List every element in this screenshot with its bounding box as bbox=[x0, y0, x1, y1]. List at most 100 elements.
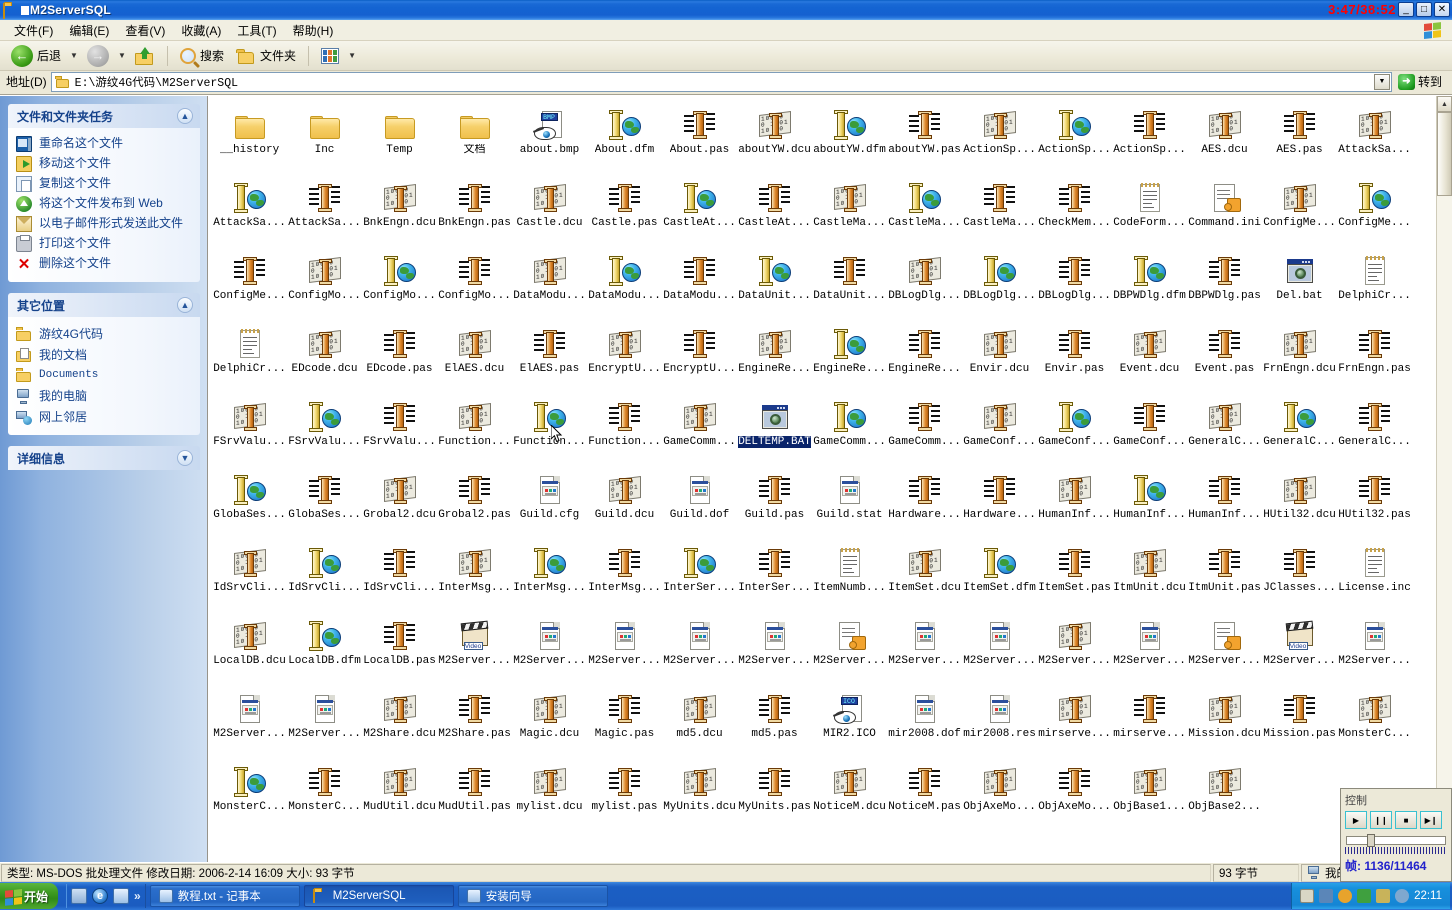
next-frame-button[interactable]: ▶❙ bbox=[1420, 811, 1442, 829]
back-button[interactable]: ← 后退 bbox=[6, 43, 66, 69]
folders-button[interactable]: 文件夹 bbox=[231, 45, 301, 66]
file-item[interactable]: FSrvValu... bbox=[362, 392, 437, 465]
file-item[interactable]: DELTEMP.BAT bbox=[737, 392, 812, 465]
file-item[interactable]: DataUnit... bbox=[737, 246, 812, 319]
file-item[interactable]: 100100 1 0110 10 ElAES.dcu bbox=[437, 319, 512, 392]
file-item[interactable]: MonsterC... bbox=[212, 757, 287, 830]
file-item[interactable]: Inc bbox=[287, 100, 362, 173]
file-item[interactable]: mir2008.dof bbox=[887, 684, 962, 757]
file-item[interactable]: ConfigMe... bbox=[212, 246, 287, 319]
file-item[interactable]: ElAES.pas bbox=[512, 319, 587, 392]
tray-app-icon[interactable] bbox=[1357, 889, 1372, 903]
file-item[interactable]: 100100 1 0110 10 Envir.dcu bbox=[962, 319, 1037, 392]
file-item[interactable]: 100100 1 0110 10 ActionSp... bbox=[962, 100, 1037, 173]
file-item[interactable]: ConfigMe... bbox=[1337, 173, 1412, 246]
file-item[interactable]: Video M2Server... bbox=[437, 611, 512, 684]
playback-slider-track[interactable] bbox=[1346, 836, 1446, 845]
search-button[interactable]: 搜索 bbox=[175, 45, 229, 66]
file-item[interactable]: ItemNumb... bbox=[812, 538, 887, 611]
quick-launch-app-icon[interactable] bbox=[113, 888, 130, 904]
file-item[interactable]: InterMsg... bbox=[587, 538, 662, 611]
file-item[interactable]: 100100 1 0110 10 Grobal2.dcu bbox=[362, 465, 437, 538]
file-item[interactable]: M2Server... bbox=[737, 611, 812, 684]
file-item[interactable]: GeneralC... bbox=[1262, 392, 1337, 465]
taskbar-button-setup[interactable]: 安装向导 bbox=[457, 885, 608, 907]
file-item[interactable]: 100100 1 0110 10 ObjBase2... bbox=[1187, 757, 1262, 830]
panel-other-places-header[interactable]: 其它位置 ▲ bbox=[8, 293, 200, 317]
stop-button[interactable]: ■ bbox=[1395, 811, 1417, 829]
back-dropdown-icon[interactable]: ▼ bbox=[68, 45, 80, 67]
forward-button[interactable]: → bbox=[82, 43, 114, 69]
file-item[interactable]: CastleAt... bbox=[737, 173, 812, 246]
file-item[interactable]: 100100 1 0110 10 LocalDB.dcu bbox=[212, 611, 287, 684]
file-item[interactable]: M2Server... bbox=[212, 684, 287, 757]
file-item[interactable]: LocalDB.dfm bbox=[287, 611, 362, 684]
close-button[interactable]: ✕ bbox=[1434, 2, 1450, 17]
file-item[interactable]: ItemSet.pas bbox=[1037, 538, 1112, 611]
file-item[interactable]: CodeForm... bbox=[1112, 173, 1187, 246]
file-item[interactable]: Hardware... bbox=[887, 465, 962, 538]
task-delete-file[interactable]: ✕ 删除这个文件 bbox=[16, 254, 192, 274]
file-item[interactable]: GeneralC... bbox=[1337, 392, 1412, 465]
file-item[interactable]: M2Server... bbox=[587, 611, 662, 684]
taskbar-button-notepad[interactable]: 教程.txt - 记事本 bbox=[149, 885, 300, 907]
file-item[interactable]: 100100 1 0110 10 Function... bbox=[437, 392, 512, 465]
place-my-computer[interactable]: 我的电脑 bbox=[16, 385, 192, 406]
file-item[interactable]: InterSer... bbox=[662, 538, 737, 611]
file-item[interactable]: AES.pas bbox=[1262, 100, 1337, 173]
playback-slider[interactable] bbox=[1345, 834, 1447, 847]
file-item[interactable]: __history bbox=[212, 100, 287, 173]
file-item[interactable]: 100100 1 0110 10 EncryptU... bbox=[587, 319, 662, 392]
file-item[interactable]: MyUnits.pas bbox=[737, 757, 812, 830]
file-item[interactable]: 100100 1 0110 10 M2Server... bbox=[1037, 611, 1112, 684]
vertical-scrollbar[interactable]: ▲ ▼ bbox=[1436, 96, 1452, 862]
file-item[interactable]: 100100 1 0110 10 NoticeM.dcu bbox=[812, 757, 887, 830]
file-item[interactable]: AttackSa... bbox=[212, 173, 287, 246]
file-item[interactable]: 100100 1 0110 10 mirserve... bbox=[1037, 684, 1112, 757]
file-item[interactable]: 100100 1 0110 10 mylist.dcu bbox=[512, 757, 587, 830]
file-item[interactable]: 100100 1 0110 10 DBLogDlg... bbox=[887, 246, 962, 319]
file-item[interactable]: ActionSp... bbox=[1037, 100, 1112, 173]
forward-dropdown-icon[interactable]: ▼ bbox=[116, 45, 128, 67]
menu-file[interactable]: 文件(F) bbox=[6, 20, 61, 41]
file-item[interactable]: aboutYW.dfm bbox=[812, 100, 887, 173]
internet-explorer-icon[interactable] bbox=[92, 888, 109, 904]
file-item[interactable]: aboutYW.pas bbox=[887, 100, 962, 173]
file-item[interactable]: Envir.pas bbox=[1037, 319, 1112, 392]
file-item[interactable]: Del.bat bbox=[1262, 246, 1337, 319]
file-item[interactable]: 100100 1 0110 10 GeneralC... bbox=[1187, 392, 1262, 465]
file-item[interactable]: EngineRe... bbox=[887, 319, 962, 392]
panel-file-tasks-header[interactable]: 文件和文件夹任务 ▲ bbox=[8, 104, 200, 128]
tray-clock[interactable]: 22:11 bbox=[1414, 890, 1442, 902]
file-item[interactable]: 100100 1 0110 10 CastleMa... bbox=[812, 173, 887, 246]
file-item[interactable]: InterMsg... bbox=[512, 538, 587, 611]
task-rename-file[interactable]: 重命名这个文件 bbox=[16, 134, 192, 154]
file-item[interactable]: 100100 1 0110 10 EDcode.dcu bbox=[287, 319, 362, 392]
file-item[interactable]: M2Server... bbox=[662, 611, 737, 684]
file-item[interactable]: Guild.stat bbox=[812, 465, 887, 538]
file-item[interactable]: 100100 1 0110 10 ConfigMe... bbox=[1262, 173, 1337, 246]
chevron-down-icon[interactable]: ▼ bbox=[177, 450, 193, 466]
views-button[interactable] bbox=[316, 46, 344, 66]
file-item[interactable]: GlobaSes... bbox=[287, 465, 362, 538]
file-item[interactable]: 100100 1 0110 10 IdSrvCli... bbox=[212, 538, 287, 611]
file-item[interactable]: 100100 1 0110 10 ItmUnit.dcu bbox=[1112, 538, 1187, 611]
file-item[interactable]: 100100 1 0110 10 HUtil32.dcu bbox=[1262, 465, 1337, 538]
chevron-up-icon[interactable]: ▲ bbox=[177, 297, 193, 313]
taskbar-button-explorer[interactable]: M2ServerSQL bbox=[303, 885, 454, 907]
file-item[interactable]: 100100 1 0110 10 Mission.dcu bbox=[1187, 684, 1262, 757]
up-button[interactable] bbox=[130, 45, 160, 67]
place-network[interactable]: 网上邻居 bbox=[16, 406, 192, 427]
file-item[interactable]: Castle.pas bbox=[587, 173, 662, 246]
file-item[interactable]: MudUtil.pas bbox=[437, 757, 512, 830]
file-item[interactable]: DBPWDlg.pas bbox=[1187, 246, 1262, 319]
file-item[interactable]: AttackSa... bbox=[287, 173, 362, 246]
go-button[interactable]: ➜ 转到 bbox=[1396, 72, 1448, 91]
file-item[interactable]: ICO MIR2.ICO bbox=[812, 684, 887, 757]
file-item[interactable]: DelphiCr... bbox=[212, 319, 287, 392]
menu-tools[interactable]: 工具(T) bbox=[229, 20, 284, 41]
menu-view[interactable]: 查看(V) bbox=[117, 20, 173, 41]
file-item[interactable]: IdSrvCli... bbox=[362, 538, 437, 611]
file-item[interactable]: ObjAxeMo... bbox=[1037, 757, 1112, 830]
file-item[interactable]: 100100 1 0110 10 M2Share.dcu bbox=[362, 684, 437, 757]
